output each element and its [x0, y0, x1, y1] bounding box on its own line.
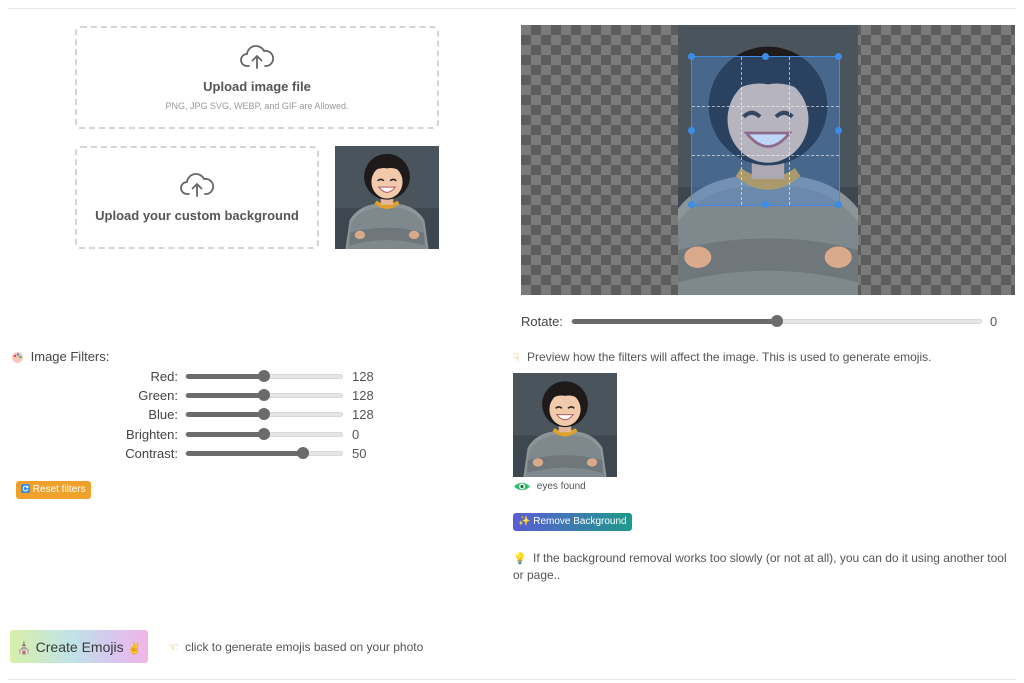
- preview-hint-text: Preview how the filters will affect the …: [527, 350, 932, 364]
- filter-blue-slider[interactable]: [185, 408, 343, 420]
- filter-green-value: 128: [352, 388, 374, 403]
- sparkles-icon: ✨: [518, 516, 531, 527]
- filter-green-label: Green:: [138, 388, 178, 403]
- filter-red-label: Red:: [150, 369, 178, 384]
- create-emojis-label: Create Emojis: [35, 638, 124, 655]
- rotate-label: Rotate:: [521, 314, 563, 329]
- bottom-divider: [8, 679, 1016, 680]
- crop-box[interactable]: [688, 53, 842, 208]
- filter-blue-label: Blue:: [148, 407, 178, 422]
- removal-slow-note: 💡 If the background removal works too sl…: [513, 550, 1013, 583]
- sparkle-hand-icon: ✌: [127, 642, 142, 655]
- crop-handle[interactable]: [688, 127, 695, 134]
- filter-red-value: 128: [352, 369, 374, 384]
- filter-contrast-value: 50: [352, 446, 367, 461]
- palette-icon: [12, 352, 23, 364]
- crop-handle[interactable]: [688, 53, 695, 60]
- crop-handle[interactable]: [761, 201, 769, 208]
- top-divider: [8, 8, 1016, 9]
- image-filters-heading: Image Filters:: [11, 349, 109, 364]
- filter-contrast-label: Contrast:: [125, 446, 178, 461]
- cloud-upload-icon: [240, 45, 274, 69]
- eye-icon: [514, 482, 530, 491]
- reset-filters-button[interactable]: Reset filters: [16, 481, 91, 499]
- eyes-status: eyes found: [513, 481, 586, 492]
- image-editor-canvas[interactable]: [521, 25, 1015, 295]
- remove-background-button[interactable]: ✨ Remove Background: [513, 513, 632, 531]
- filter-blue-value: 128: [352, 407, 374, 422]
- filter-green-slider[interactable]: [185, 389, 343, 401]
- create-emojis-hint: ☜ click to generate emojis based on your…: [168, 640, 423, 654]
- crop-handle[interactable]: [835, 201, 842, 208]
- eyes-status-text: eyes found: [536, 481, 586, 493]
- crop-handle[interactable]: [835, 53, 842, 60]
- preview-hint: ☟ Preview how the filters will affect th…: [513, 350, 931, 364]
- pointing-down-icon: ☟: [513, 352, 520, 365]
- cloud-upload-icon: [180, 173, 214, 197]
- filter-contrast-slider[interactable]: [185, 447, 343, 459]
- image-filters-title: Image Filters:: [30, 349, 110, 364]
- create-emojis-button[interactable]: ⛪ Create Emojis ✌: [10, 630, 148, 663]
- filter-brighten-slider[interactable]: [185, 428, 343, 440]
- crop-handle[interactable]: [835, 127, 842, 134]
- filter-brighten-value: 0: [352, 427, 360, 442]
- upload-image-title: Upload image file: [203, 79, 311, 94]
- lightbulb-icon: 💡: [513, 553, 527, 565]
- reset-filters-label: Reset filters: [32, 484, 86, 495]
- filter-red-slider[interactable]: [185, 370, 343, 382]
- refresh-icon: [21, 484, 30, 493]
- create-emojis-hint-text: click to generate emojis based on your p…: [185, 640, 424, 654]
- rotate-slider[interactable]: [571, 315, 982, 327]
- filter-brighten-label: Brighten:: [125, 427, 178, 442]
- upload-image-subtitle: PNG, JPG SVG, WEBP, and GIF are Allowed.: [165, 101, 349, 111]
- upload-background-title: Upload your custom background: [95, 208, 299, 223]
- rotate-value: 0: [990, 314, 998, 329]
- background-thumbnail[interactable]: [335, 146, 439, 249]
- removal-slow-note-text: If the background removal works too slow…: [513, 551, 1007, 582]
- pointing-left-icon: ☜: [168, 640, 179, 654]
- filter-preview-image: [513, 373, 617, 477]
- remove-background-label: Remove Background: [533, 516, 627, 527]
- crop-handle[interactable]: [688, 201, 695, 208]
- crop-handle[interactable]: [761, 53, 769, 60]
- upload-image-dropzone[interactable]: Upload image file PNG, JPG SVG, WEBP, an…: [75, 26, 439, 129]
- upload-background-dropzone[interactable]: Upload your custom background: [75, 146, 319, 249]
- builder-icon: ⛪: [16, 640, 32, 655]
